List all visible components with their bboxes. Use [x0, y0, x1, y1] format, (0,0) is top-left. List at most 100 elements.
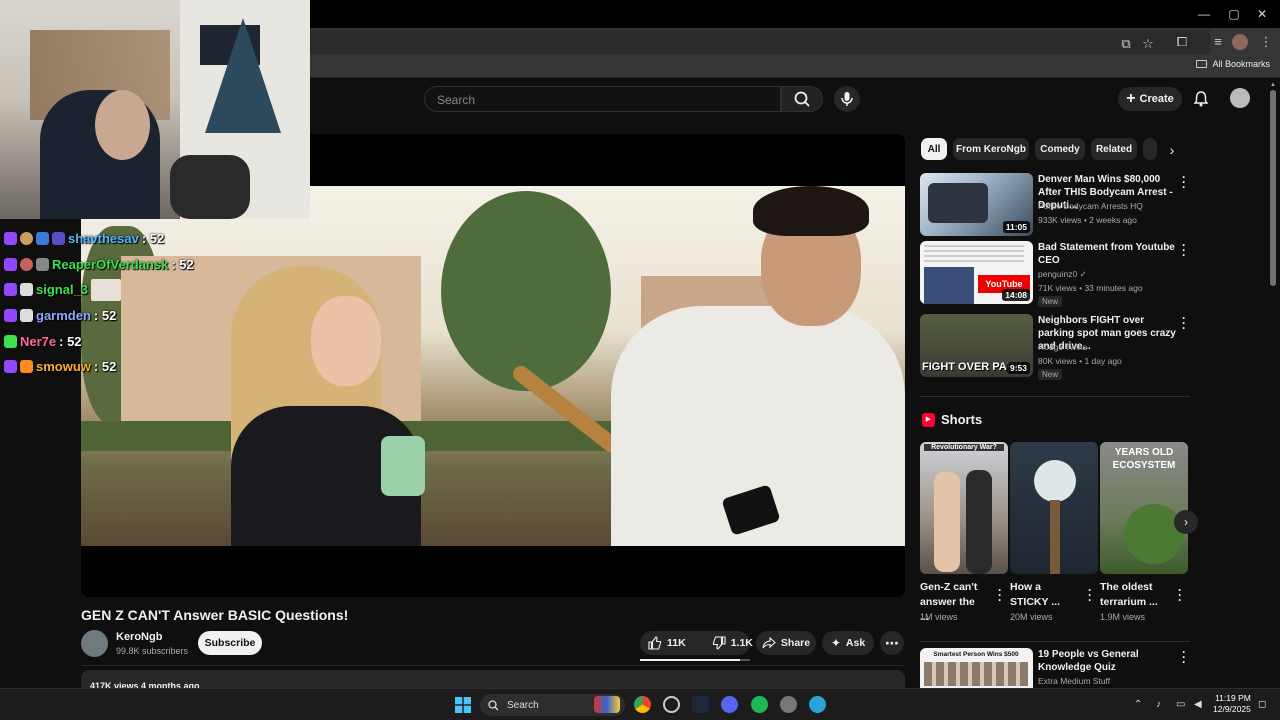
chevron-right-icon[interactable]: ›: [1164, 142, 1180, 158]
new-badge: New: [1038, 296, 1063, 307]
more-actions-button[interactable]: ⋯: [880, 631, 904, 655]
chat-line: smowuw: 52: [4, 354, 234, 380]
ask-button[interactable]: ✦ Ask: [822, 631, 874, 655]
divider: [920, 396, 1190, 397]
short-item[interactable]: How a STICKY ... 20M views · · ·: [1010, 442, 1098, 632]
chip-partial[interactable]: [1143, 138, 1157, 160]
channel-avatar[interactable]: [81, 630, 108, 657]
chip-comedy[interactable]: Comedy: [1035, 138, 1085, 160]
short-overlay-text: YEARS OLD ECOSYSTEM: [1112, 447, 1176, 471]
description-box[interactable]: 417K views 4 months ago: [81, 670, 905, 690]
more-options-icon[interactable]: · · ·: [1182, 648, 1186, 668]
chat-username[interactable]: garmden: [36, 308, 91, 323]
video-duration: 9:53: [1006, 362, 1030, 374]
obs-icon[interactable]: [663, 696, 680, 713]
volume-icon[interactable]: ◀: [1194, 699, 1202, 710]
recommendation-item[interactable]: 11:05 Denver Man Wins $80,000 After THIS…: [920, 171, 1190, 237]
short-item[interactable]: YEARS OLD ECOSYSTEM The oldest terrarium…: [1100, 442, 1188, 632]
chat-message: : 52: [141, 231, 165, 247]
short-thumbnail: Revolutionary War?: [920, 442, 1008, 574]
chat-username[interactable]: shavthesav: [68, 231, 139, 246]
search-highlight-icon[interactable]: [594, 696, 620, 713]
tray-overflow-chevron-icon[interactable]: ⌃: [1134, 699, 1142, 710]
chat-username[interactable]: Ner7e: [20, 334, 56, 349]
chrome-icon[interactable]: [634, 696, 651, 713]
sub-badge-icon: [4, 283, 17, 297]
chip-from-channel[interactable]: From KeroNgb: [953, 138, 1029, 160]
chat-username[interactable]: ReaperOfVerdansk: [52, 257, 168, 272]
short-person: [966, 470, 992, 574]
emote-badge-icon: [20, 232, 33, 246]
chat-message: : 52: [59, 333, 82, 349]
more-options-icon[interactable]: · · ·: [1182, 239, 1186, 261]
recommendation-item[interactable]: FIGHT OVER PARK 9:53 Neighbors FIGHT ove…: [920, 312, 1190, 380]
folder-icon: [1196, 60, 1208, 68]
scroll-up-arrow-icon[interactable]: ▲: [1270, 82, 1276, 88]
chat-message: : 52: [93, 308, 117, 324]
like-ratio-bar: [640, 659, 750, 661]
channel-name[interactable]: KeroNgb: [116, 631, 162, 643]
more-options-icon[interactable]: · · ·: [1182, 312, 1186, 334]
subscribe-button[interactable]: Subscribe: [198, 631, 262, 655]
video-thumbnail: 11:05: [920, 173, 1033, 236]
account-avatar[interactable]: [1230, 88, 1250, 108]
dislike-count: 1.1K: [730, 637, 753, 649]
discord-icon[interactable]: [721, 696, 738, 713]
extensions-icon[interactable]: ⧠: [1174, 34, 1190, 50]
windows-start-icon[interactable]: [455, 697, 471, 713]
chat-username[interactable]: smowuw: [36, 359, 91, 374]
short-overlay-text: Revolutionary War?: [924, 444, 1004, 451]
like-button[interactable]: 11K: [648, 636, 686, 650]
short-views: 1.9M views: [1100, 612, 1146, 622]
dislike-button[interactable]: 1.1K: [712, 636, 753, 650]
bookmark-star-icon[interactable]: ☆: [1140, 36, 1156, 52]
more-options-icon[interactable]: · · ·: [1088, 584, 1092, 606]
voice-search-button[interactable]: [834, 86, 860, 112]
notification-icon[interactable]: ◻: [1258, 699, 1266, 710]
more-options-icon[interactable]: · · ·: [998, 584, 1002, 606]
notifications-bell-icon[interactable]: [1192, 90, 1210, 108]
short-thumbnail: YEARS OLD ECOSYSTEM: [1100, 442, 1188, 574]
emote-icon: [91, 278, 122, 301]
recommendation-item[interactable]: Smartest Person Wins $500 19 People vs G…: [920, 648, 1190, 688]
shorts-next-button[interactable]: ›: [1174, 510, 1198, 534]
spotify-icon[interactable]: [751, 696, 768, 713]
settings-gear-icon[interactable]: [780, 696, 797, 713]
chip-related[interactable]: Related: [1091, 138, 1137, 160]
network-icon[interactable]: ▭: [1176, 699, 1185, 710]
clock-date: 12/9/2025: [1213, 704, 1251, 714]
thumbs-up-icon: [648, 636, 662, 650]
close-button[interactable]: ✕: [1244, 4, 1280, 24]
chat-username[interactable]: signal_3: [36, 282, 88, 297]
all-bookmarks-button[interactable]: All Bookmarks: [1196, 59, 1270, 69]
search-button[interactable]: [781, 86, 823, 112]
browser-menu-icon[interactable]: ⋮: [1258, 34, 1274, 50]
more-options-icon[interactable]: · · ·: [1182, 171, 1186, 193]
microphone-tray-icon[interactable]: ♪: [1156, 699, 1161, 710]
share-button[interactable]: Share: [756, 631, 816, 655]
chip-all[interactable]: All: [921, 138, 947, 160]
shorts-icon: ▶: [922, 412, 935, 427]
mute-badge-icon: [20, 283, 33, 297]
video-person-left-face: [311, 296, 381, 386]
short-item[interactable]: Revolutionary War? Gen-Z can't answer th…: [920, 442, 1008, 632]
chevron-right-icon: ›: [1184, 515, 1188, 529]
taskbar-clock[interactable]: 11:19 PM 12/9/2025: [1213, 693, 1251, 715]
webcam-christmas-tree: [205, 18, 281, 133]
short-person: [934, 472, 960, 572]
page-scrollbar[interactable]: [1270, 90, 1276, 286]
cast-icon[interactable]: ⧉: [1118, 36, 1134, 52]
profile-icon[interactable]: [1232, 34, 1248, 50]
sub-badge-icon: [4, 232, 17, 246]
media-control-icon[interactable]: ≡: [1210, 34, 1226, 50]
short-sticky-ball: [1034, 460, 1076, 502]
chat-line: Ner7e: 52: [4, 328, 234, 354]
search-input[interactable]: Search: [424, 86, 781, 112]
webcam-streamer-head: [95, 90, 150, 160]
recommendation-item[interactable]: YouTube 14:08 Bad Statement from Youtube…: [920, 239, 1190, 307]
more-options-icon[interactable]: · · ·: [1178, 584, 1182, 606]
steam-icon[interactable]: [692, 696, 709, 713]
create-button[interactable]: + Create: [1118, 87, 1182, 111]
address-bar[interactable]: ⧉ ☆: [310, 30, 1210, 54]
app-icon[interactable]: [809, 696, 826, 713]
